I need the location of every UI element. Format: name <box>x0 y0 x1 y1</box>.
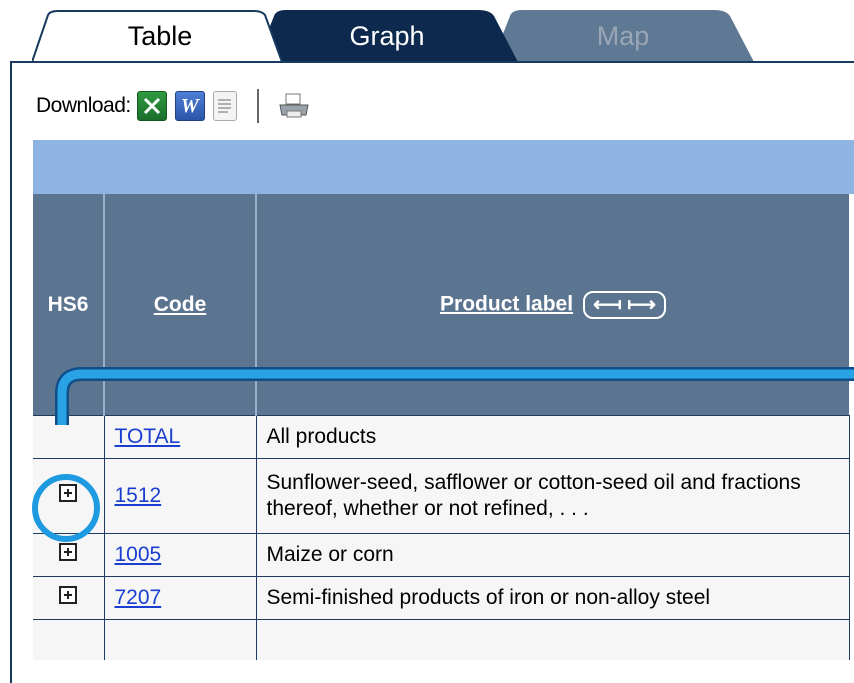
header-product-label: Product label ⟻ ⟼ <box>256 194 849 416</box>
table-header-row: HS6 Code Product label ⟻ ⟼ <box>33 194 849 416</box>
tab-bar: Map Graph Table <box>0 0 854 63</box>
expand-cell <box>33 533 105 577</box>
text-file-icon[interactable] <box>212 91 237 121</box>
table-row: 7207 Semi-finished products of iron or n… <box>33 576 850 620</box>
tab-map-label: Map <box>596 21 650 51</box>
tab-map[interactable]: Map <box>492 10 754 62</box>
expand-plus-icon[interactable] <box>59 543 78 561</box>
header-code[interactable]: Code <box>104 194 257 416</box>
code-link[interactable]: 1512 <box>115 484 162 507</box>
expand-cell <box>33 458 105 534</box>
tab-graph-label: Graph <box>349 21 425 51</box>
print-icon[interactable] <box>277 91 311 121</box>
expand-plus-icon[interactable] <box>59 484 78 502</box>
excel-icon[interactable] <box>136 91 167 121</box>
code-cell: TOTAL <box>104 415 257 459</box>
table-row-partial <box>33 619 850 660</box>
tab-table[interactable]: Table <box>32 10 288 63</box>
header-code-link[interactable]: Code <box>154 293 207 316</box>
code-cell: 1005 <box>104 533 257 577</box>
code-link[interactable]: 7207 <box>115 586 162 609</box>
expand-cell <box>33 415 105 459</box>
table-row: TOTAL All products <box>33 415 850 459</box>
product-label-cell: Semi-finished products of iron or non-al… <box>256 576 850 620</box>
code-cell: 7207 <box>104 576 257 620</box>
tab-table-label: Table <box>127 21 193 51</box>
empty-cell <box>33 619 105 660</box>
code-link[interactable]: 1005 <box>115 543 162 566</box>
expand-cell <box>33 576 105 620</box>
code-link[interactable]: TOTAL <box>115 425 181 448</box>
empty-cell <box>104 619 257 660</box>
data-table: HS6 Code Product label ⟻ ⟼ TOTAL All prod… <box>33 194 850 660</box>
product-label-cell: All products <box>256 415 850 459</box>
table-row: 1005 Maize or corn <box>33 533 850 577</box>
header-hs6: HS6 <box>33 194 105 416</box>
expand-plus-icon[interactable] <box>59 586 78 604</box>
table-row: 1512 Sunflower-seed, safflower or cotton… <box>33 458 850 534</box>
product-label-cell: Sunflower-seed, safflower or cotton-seed… <box>256 458 850 534</box>
column-resize-arrows-icon[interactable]: ⟻ ⟼ <box>583 290 666 319</box>
product-label-cell: Maize or corn <box>256 533 850 577</box>
tab-graph[interactable]: Graph <box>256 10 518 62</box>
download-label: Download: <box>36 94 131 117</box>
download-toolbar: Download: W <box>36 84 319 128</box>
table-title-band <box>33 140 854 194</box>
empty-cell <box>256 619 850 660</box>
header-product-link[interactable]: Product label <box>440 292 573 315</box>
code-cell: 1512 <box>104 458 257 534</box>
toolbar-divider <box>256 89 259 123</box>
word-icon[interactable]: W <box>174 91 205 121</box>
